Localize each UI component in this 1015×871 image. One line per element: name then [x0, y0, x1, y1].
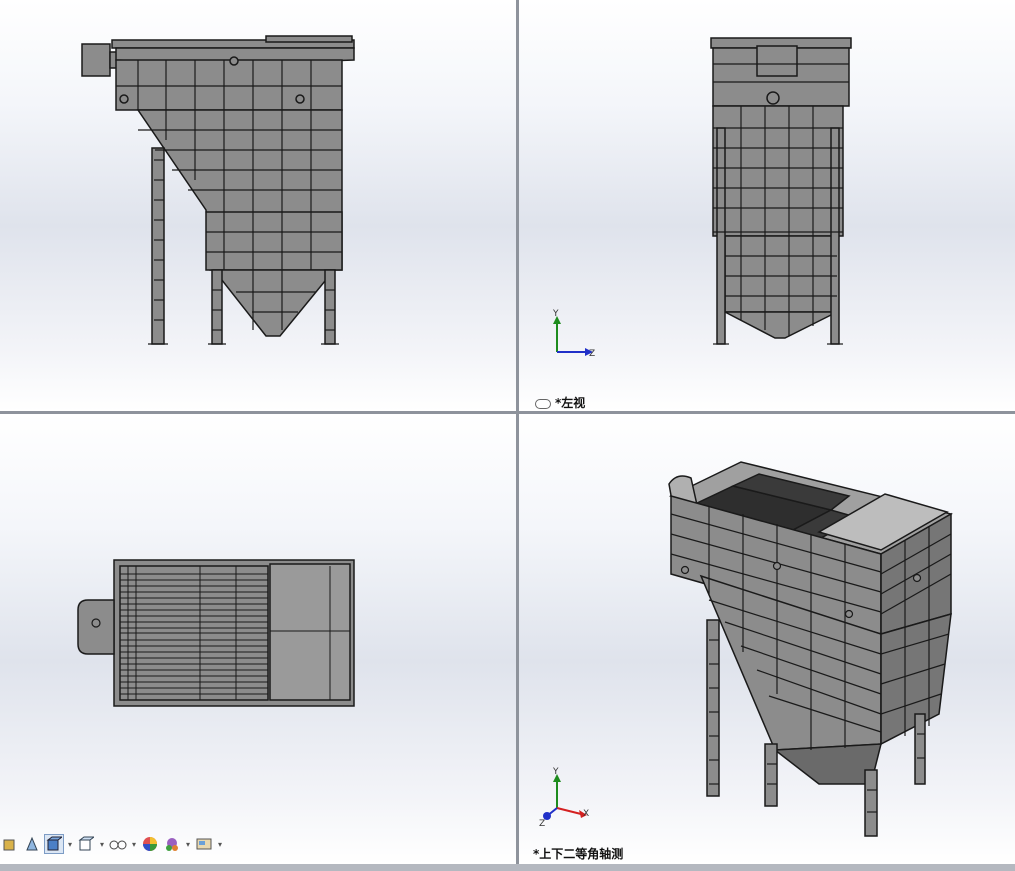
svg-text:Z: Z	[589, 349, 595, 359]
link-views-icon[interactable]	[535, 398, 551, 409]
axis-triad: Y Z	[552, 309, 595, 359]
svg-text:X: X	[583, 809, 589, 819]
isometric-view-model[interactable]: Y X Z	[519, 414, 1015, 864]
view-settings-dropdown-arrow[interactable]: ▾	[216, 840, 224, 849]
hide-show-items-icon[interactable]	[76, 834, 96, 854]
view-orientation-label: *左视	[535, 394, 585, 411]
heads-up-view-toolbar: ▾ ▾ ▾ ▾ ▾	[0, 833, 224, 855]
scene-icon[interactable]	[108, 834, 128, 854]
svg-text:Y: Y	[552, 767, 559, 777]
front-view-model[interactable]	[0, 0, 516, 411]
viewport-top[interactable]: ▾ ▾ ▾ ▾ ▾	[0, 414, 516, 864]
hide-show-dropdown-arrow[interactable]: ▾	[98, 840, 106, 849]
appearance-icon[interactable]	[140, 834, 160, 854]
top-view-model[interactable]	[0, 414, 516, 864]
display-style-dropdown-arrow[interactable]: ▾	[66, 840, 74, 849]
realview-dropdown-arrow[interactable]: ▾	[184, 840, 192, 849]
svg-text:Z: Z	[539, 819, 545, 829]
viewport-front[interactable]	[0, 0, 516, 411]
status-strip	[0, 864, 1015, 871]
left-view-model[interactable]: Y Z	[519, 0, 1015, 411]
viewport-left[interactable]: Y Z *左视	[519, 0, 1015, 411]
viewport-splitter-horizontal[interactable]	[0, 411, 1015, 414]
display-style-icon[interactable]	[44, 834, 64, 854]
realview-icon[interactable]	[162, 834, 182, 854]
view-orientation-label: *上下二等角轴测	[533, 847, 624, 861]
view-orientation-icon[interactable]	[0, 834, 20, 854]
viewport-splitter-vertical[interactable]	[516, 0, 519, 864]
scene-dropdown-arrow[interactable]: ▾	[130, 840, 138, 849]
view-settings-icon[interactable]	[194, 834, 214, 854]
svg-text:Y: Y	[552, 309, 559, 319]
axis-triad: Y X Z	[539, 767, 589, 829]
section-view-icon[interactable]	[22, 834, 42, 854]
viewport-isometric[interactable]: Y X Z *上下二等角轴测	[519, 414, 1015, 864]
